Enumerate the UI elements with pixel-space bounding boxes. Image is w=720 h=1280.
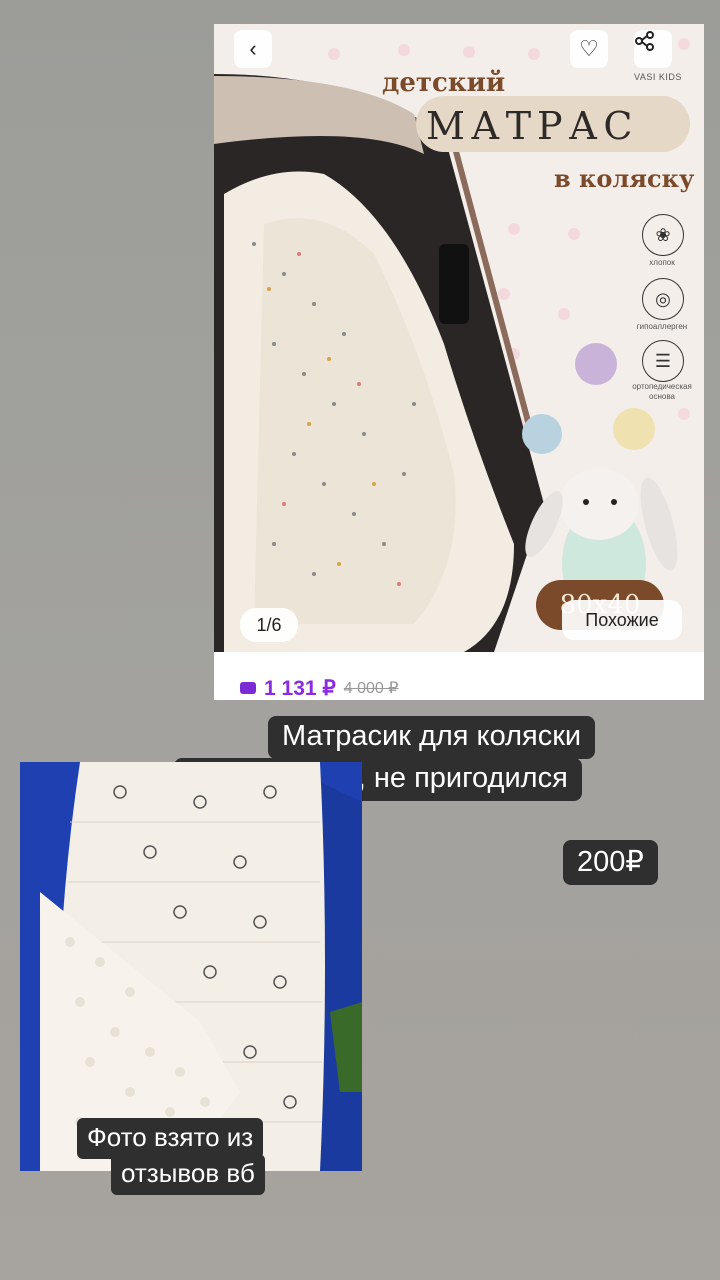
caption-title: Матрасик для коляски [268, 716, 596, 759]
banner-title-sub: в коляску [554, 164, 695, 193]
cotton-icon: ❀ [642, 214, 684, 256]
price-old: 4 000 ₽ [343, 680, 399, 697]
mattress-layers-icon: ☰ [642, 340, 684, 382]
banner-title-small: детский [382, 68, 506, 98]
wallet-icon [240, 682, 256, 694]
share-button[interactable] [634, 30, 672, 68]
feature-label: хлопок [649, 258, 675, 267]
heart-icon: ♡ [579, 36, 599, 61]
globe-leaf-icon: ◎ [642, 278, 684, 320]
price-current: 1 131 ₽ [264, 676, 336, 700]
back-button[interactable]: ‹ [234, 30, 272, 68]
product-card[interactable]: ‹ ♡ VASI KIDS детский МАТРАС в коляску ❀… [214, 24, 704, 700]
caption-price: 200₽ [563, 840, 658, 885]
review-mattress-illustration [20, 762, 362, 1171]
brand-label: VASI KIDS [634, 72, 682, 82]
review-photo[interactable] [20, 762, 362, 1171]
chevron-left-icon: ‹ [249, 36, 257, 61]
price-row: 1 131 ₽ 4 000 ₽ [240, 674, 398, 700]
banner-title-main: МАТРАС [426, 104, 639, 148]
feature-label: гипоаллерген [636, 322, 688, 331]
feature-label: ортопедическая основа [632, 382, 692, 401]
share-icon [635, 31, 654, 51]
review-caption-line2: отзывов вб [111, 1154, 265, 1195]
favorite-button[interactable]: ♡ [570, 30, 608, 68]
product-photo[interactable]: ‹ ♡ VASI KIDS детский МАТРАС в коляску ❀… [214, 24, 704, 652]
review-caption-line1: Фото взято из [77, 1118, 264, 1159]
similar-button[interactable]: Похожие [562, 600, 682, 640]
photo-counter: 1/6 [240, 608, 298, 642]
